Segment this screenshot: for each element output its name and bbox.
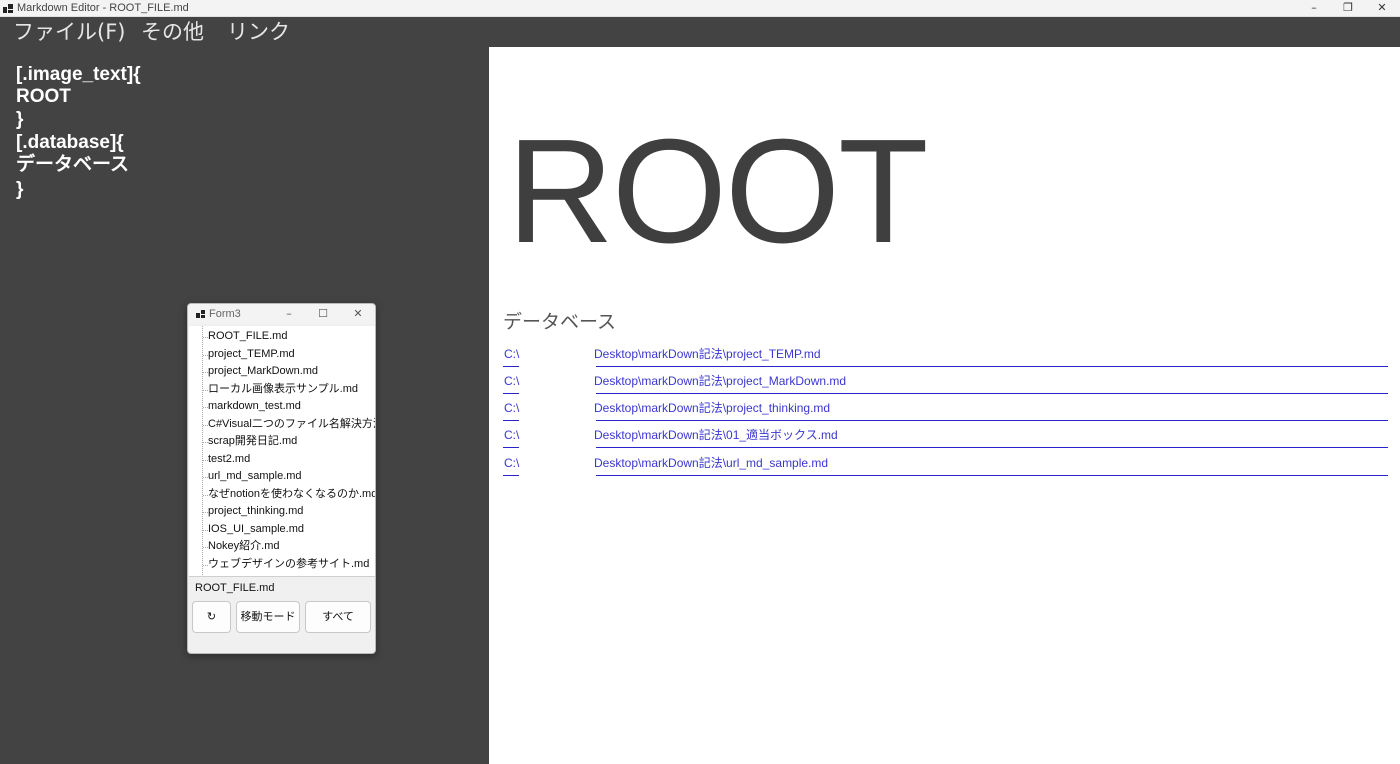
tree-item[interactable]: project_TEMP.md	[203, 346, 375, 363]
link-path[interactable]: Desktop\markDown記法\url_md_sample.md	[594, 456, 828, 470]
database-link[interactable]: C:\ Desktop\markDown記法\project_thinking.…	[503, 401, 1388, 421]
window-titlebar: Markdown Editor - ROOT_FILE.md – ❐ ✕	[0, 0, 1400, 17]
link-drive[interactable]: C:\	[504, 374, 519, 388]
link-underline	[503, 366, 519, 367]
tree-item-label: markdown_test.md	[208, 400, 301, 412]
tree-item-label: project_TEMP.md	[208, 348, 295, 360]
tree-item-label: test2.md	[208, 453, 251, 465]
tree-item-label: Nokey紹介.md	[208, 540, 280, 552]
link-drive[interactable]: C:\	[504, 347, 519, 361]
menu-bar: ファイル(F) その他 リンク	[0, 17, 1400, 47]
tree-item[interactable]: ウェブデザインの参考サイト.md	[203, 556, 375, 573]
tree-item-label: url_md_sample.md	[208, 470, 302, 482]
tree-item-label: project_thinking.md	[208, 505, 304, 517]
tree-item[interactable]: なぜnotionを使わなくなるのか.md	[203, 486, 375, 503]
menu-link[interactable]: リンク	[227, 18, 290, 46]
form3-close-button[interactable]: ✕	[347, 306, 369, 322]
link-underline	[596, 366, 1388, 367]
tree-item-label: ウェブデザインの参考サイト.md	[208, 558, 370, 570]
tree-item-label: IOS_UI_sample.md	[208, 523, 304, 535]
tree-item[interactable]: Nokey紹介.md	[203, 538, 375, 555]
form3-maximize-button[interactable]: ☐	[312, 306, 334, 322]
editor-line: }	[16, 109, 24, 130]
tree-item[interactable]: ローカル画像表示サンプル.md	[203, 381, 375, 398]
minimize-button[interactable]: –	[1299, 0, 1329, 17]
tree-item[interactable]: url_md_sample.md	[203, 468, 375, 485]
link-drive[interactable]: C:\	[504, 428, 519, 442]
link-path[interactable]: Desktop\markDown記法\project_thinking.md	[594, 401, 830, 415]
link-path[interactable]: Desktop\markDown記法\project_TEMP.md	[594, 347, 821, 361]
link-underline	[596, 475, 1388, 476]
tree-item-label: scrap開発日記.md	[208, 435, 298, 447]
all-button[interactable]: すべて	[305, 601, 371, 633]
form3-minimize-button[interactable]: –	[278, 306, 300, 322]
section-heading: データベース	[503, 311, 617, 333]
tree-item[interactable]: markdown_test.md	[203, 398, 375, 415]
markdown-preview: ROOT データベース C:\ Desktop\markDown記法\proje…	[489, 47, 1400, 764]
file-tree[interactable]: ROOT_FILE.md project_TEMP.md project_Mar…	[189, 326, 375, 577]
menu-file[interactable]: ファイル(F)	[13, 18, 125, 46]
editor-line: }	[16, 179, 24, 200]
tree-item-label: なぜnotionを使わなくなるのか.md	[208, 488, 375, 500]
tree-item[interactable]: C#Visual二つのファイル名解決方法.	[203, 416, 375, 433]
editor-line: [.image_text]{	[16, 64, 141, 85]
tree-item[interactable]: test2.md	[203, 451, 375, 468]
restore-button[interactable]: ❐	[1333, 0, 1363, 17]
link-underline	[596, 393, 1388, 394]
menu-other[interactable]: その他	[141, 18, 204, 46]
tree-item-label: C#Visual二つのファイル名解決方法.	[208, 418, 375, 430]
link-underline	[503, 447, 519, 448]
tree-item-label: ローカル画像表示サンプル.md	[208, 383, 359, 395]
link-path[interactable]: Desktop\markDown記法\project_MarkDown.md	[594, 374, 846, 388]
link-underline	[503, 475, 519, 476]
tree-item[interactable]: ROOT_FILE.md	[203, 328, 375, 345]
app-icon	[196, 310, 205, 318]
link-underline	[596, 420, 1388, 421]
link-underline	[503, 420, 519, 421]
form3-title: Form3	[209, 308, 241, 320]
link-underline	[596, 447, 1388, 448]
database-link[interactable]: C:\ Desktop\markDown記法\01_適当ボックス.md	[503, 428, 1388, 448]
editor-line: データベース	[16, 154, 130, 175]
database-link[interactable]: C:\ Desktop\markDown記法\url_md_sample.md	[503, 456, 1388, 476]
tree-item[interactable]: IOS_UI_sample.md	[203, 521, 375, 538]
tree-item[interactable]: scrap開発日記.md	[203, 433, 375, 450]
window-title: Markdown Editor - ROOT_FILE.md	[17, 2, 189, 14]
tree-item[interactable]: project_MarkDown.md	[203, 363, 375, 380]
preview-title: ROOT	[507, 109, 929, 274]
refresh-button[interactable]: ↻	[192, 601, 231, 633]
link-drive[interactable]: C:\	[504, 456, 519, 470]
editor-line: ROOT	[16, 86, 71, 107]
close-button[interactable]: ✕	[1367, 0, 1397, 17]
tree-item-label: ROOT_FILE.md	[208, 330, 288, 342]
selected-file-label: ROOT_FILE.md	[195, 582, 275, 594]
move-mode-button[interactable]: 移動モード	[236, 601, 300, 633]
link-drive[interactable]: C:\	[504, 401, 519, 415]
link-path[interactable]: Desktop\markDown記法\01_適当ボックス.md	[594, 428, 838, 442]
form3-window[interactable]: Form3 – ☐ ✕ ROOT_FILE.md project_TEMP.md…	[187, 303, 376, 654]
database-link[interactable]: C:\ Desktop\markDown記法\project_TEMP.md	[503, 347, 1388, 367]
link-underline	[503, 393, 519, 394]
form3-titlebar[interactable]: Form3 – ☐ ✕	[188, 304, 375, 324]
app-icon	[3, 4, 13, 13]
database-link[interactable]: C:\ Desktop\markDown記法\project_MarkDown.…	[503, 374, 1388, 394]
tree-item-label: project_MarkDown.md	[208, 365, 319, 377]
editor-line: [.database]{	[16, 132, 124, 153]
tree-item[interactable]: project_thinking.md	[203, 503, 375, 520]
